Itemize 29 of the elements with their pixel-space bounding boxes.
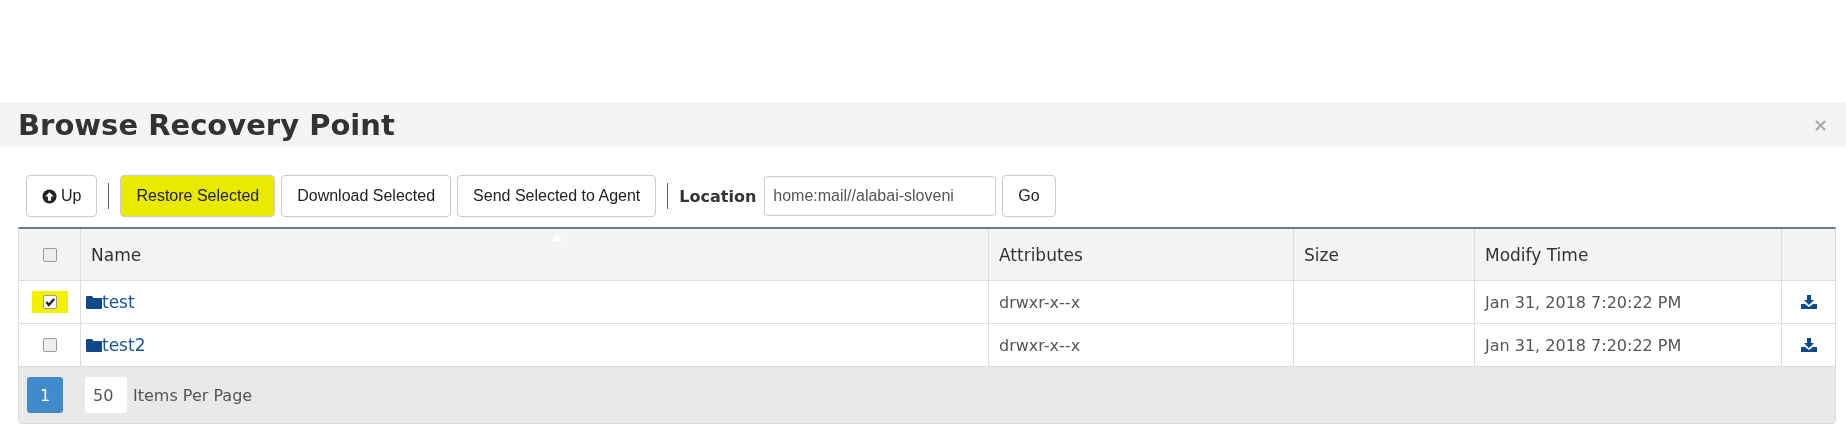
toolbar-button[interactable]: Send Selected to Agent [457, 175, 657, 217]
download-icon[interactable] [1800, 295, 1817, 309]
folder-link[interactable]: test [102, 292, 135, 312]
items-per-page-label: Items Per Page [133, 385, 253, 405]
page-button[interactable]: 1 [27, 377, 63, 413]
location-field[interactable]: home:mail//alabai-sloveni [764, 176, 997, 216]
column-header[interactable]: Modify Time [1485, 244, 1589, 265]
select-all-checkbox[interactable] [42, 247, 57, 262]
folder-link[interactable]: test2 [102, 335, 146, 355]
toolbar-button[interactable]: Download Selected [281, 175, 452, 217]
items-per-page-field[interactable]: 50 [85, 377, 127, 413]
arrow-up-circle-icon [42, 188, 57, 204]
folder-icon [86, 295, 102, 309]
download-icon[interactable] [1800, 338, 1817, 352]
folder-icon [86, 338, 102, 352]
table-cell: Jan 31, 2018 7:20:22 PM [1485, 335, 1682, 355]
toolbar-button[interactable]: Up [26, 175, 98, 217]
go-button[interactable]: Go [1002, 175, 1056, 217]
table-cell: drwxr-x--x [999, 335, 1081, 355]
row-checkbox[interactable] [42, 295, 57, 309]
table-cell: drwxr-x--x [999, 292, 1081, 312]
dialog-title: Browse Recovery Point [18, 107, 395, 142]
column-header[interactable]: Name [91, 244, 142, 265]
column-header[interactable]: Attributes [999, 244, 1083, 265]
row-checkbox[interactable] [42, 338, 57, 352]
location-label: Location [679, 186, 757, 206]
column-header[interactable]: Size [1304, 244, 1339, 265]
table-cell: Jan 31, 2018 7:20:22 PM [1485, 292, 1682, 312]
toolbar-button[interactable]: Restore Selected [120, 175, 276, 217]
